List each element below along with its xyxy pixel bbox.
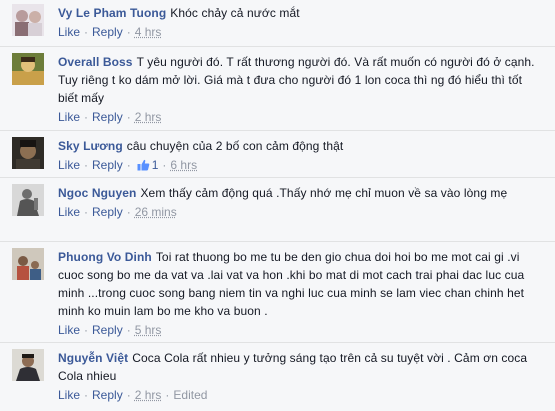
comment-author[interactable]: Vy Le Pham Tuong [58, 6, 166, 20]
separator: · [84, 158, 89, 172]
comment-actions: Like · Reply · 1 · 6 hrs [58, 157, 545, 175]
comment-text: Xem thấy cảm động quá .Thấy nhớ mẹ chỉ m… [140, 186, 508, 200]
avatar[interactable] [12, 137, 44, 169]
separator: · [84, 25, 89, 39]
avatar[interactable] [12, 184, 44, 216]
comment-timestamp[interactable]: 26 mins [135, 205, 177, 219]
comment-text-block: Vy Le Pham Tuong Khóc chảy cả nước mắt [58, 4, 545, 22]
separator: · [126, 25, 131, 39]
comment: Ngoc Nguyen Xem thấy cảm động quá .Thấy n… [0, 177, 555, 241]
reply-link[interactable]: Reply [92, 25, 123, 39]
separator: · [84, 110, 89, 124]
comment-actions: Like · Reply · 26 mins [58, 204, 545, 220]
comment-author[interactable]: Nguyễn Việt [58, 351, 128, 365]
comment: Vy Le Pham Tuong Khóc chảy cả nước mắt Li… [0, 0, 555, 46]
like-link[interactable]: Like [58, 110, 80, 124]
avatar[interactable] [12, 53, 44, 85]
comment-text-block: Overall Boss T yêu người đó. T rất thương… [58, 53, 545, 107]
comment: Phuong Vo Dinh Toi rat thuong bo me tu be… [0, 241, 555, 342]
comment-text-block: Ngoc Nguyen Xem thấy cảm động quá .Thấy n… [58, 184, 545, 202]
separator: · [126, 388, 131, 402]
comment-text: Coca Cola rất nhieu y tưởng sáng tạo trê… [58, 351, 528, 383]
reply-link[interactable]: Reply [92, 110, 123, 124]
separator: · [84, 388, 89, 402]
separator: · [84, 323, 89, 337]
comment: Sky Lương câu chuyện của 2 bố con cảm độn… [0, 130, 555, 177]
comment-text-block: Phuong Vo Dinh Toi rat thuong bo me tu be… [58, 248, 545, 320]
avatar-image [12, 137, 44, 169]
edited-label[interactable]: Edited [173, 388, 207, 402]
comment-text-block: Nguyễn Việt Coca Cola rất nhieu y tưởng s… [58, 349, 545, 385]
like-link[interactable]: Like [58, 158, 80, 172]
avatar-image [12, 4, 44, 36]
comment-timestamp[interactable]: 4 hrs [135, 25, 162, 39]
avatar[interactable] [12, 4, 44, 36]
separator: · [162, 158, 167, 172]
comment: Overall Boss T yêu người đó. T rất thương… [0, 46, 555, 130]
comment-timestamp[interactable]: 2 hrs [135, 110, 162, 124]
separator: · [126, 205, 131, 219]
comment-timestamp[interactable]: 2 hrs [135, 388, 162, 402]
comment-list: Vy Le Pham Tuong Khóc chảy cả nước mắt Li… [0, 0, 555, 411]
comment-actions: Like · Reply · 2 hrs [58, 109, 545, 125]
like-count[interactable]: 1 [152, 158, 159, 172]
separator: · [126, 158, 131, 172]
like-link[interactable]: Like [58, 205, 80, 219]
avatar-image [12, 248, 44, 280]
avatar-image [12, 184, 44, 216]
reply-link[interactable]: Reply [92, 205, 123, 219]
avatar[interactable] [12, 248, 44, 280]
comment-text-block: Sky Lương câu chuyện của 2 bố con cảm độn… [58, 137, 545, 155]
reply-link[interactable]: Reply [92, 388, 123, 402]
comment-author[interactable]: Overall Boss [58, 55, 133, 69]
comment-timestamp[interactable]: 5 hrs [135, 323, 162, 337]
separator: · [126, 323, 131, 337]
separator: · [126, 110, 131, 124]
comment-timestamp[interactable]: 6 hrs [170, 158, 197, 172]
reply-link[interactable]: Reply [92, 323, 123, 337]
avatar[interactable] [12, 349, 44, 381]
comment-author[interactable]: Ngoc Nguyen [58, 186, 136, 200]
separator: · [84, 205, 89, 219]
thumbs-up-icon[interactable] [137, 159, 150, 175]
like-link[interactable]: Like [58, 388, 80, 402]
avatar-image [12, 53, 44, 85]
comment-text: Khóc chảy cả nước mắt [170, 6, 300, 20]
reply-link[interactable]: Reply [92, 158, 123, 172]
like-link[interactable]: Like [58, 25, 80, 39]
comment-text: câu chuyện của 2 bố con cảm động thật [126, 139, 344, 153]
comment-author[interactable]: Phuong Vo Dinh [58, 250, 152, 264]
like-link[interactable]: Like [58, 323, 80, 337]
comment-author[interactable]: Sky Lương [58, 139, 123, 153]
avatar-image [12, 349, 44, 381]
comment: Nguyễn Việt Coca Cola rất nhieu y tưởng s… [0, 342, 555, 411]
comment-actions: Like · Reply · 5 hrs [58, 322, 545, 338]
comment-actions: Like · Reply · 4 hrs [58, 24, 545, 40]
separator: · [165, 388, 170, 402]
comment-actions: Like · Reply · 2 hrs · Edited [58, 387, 545, 403]
